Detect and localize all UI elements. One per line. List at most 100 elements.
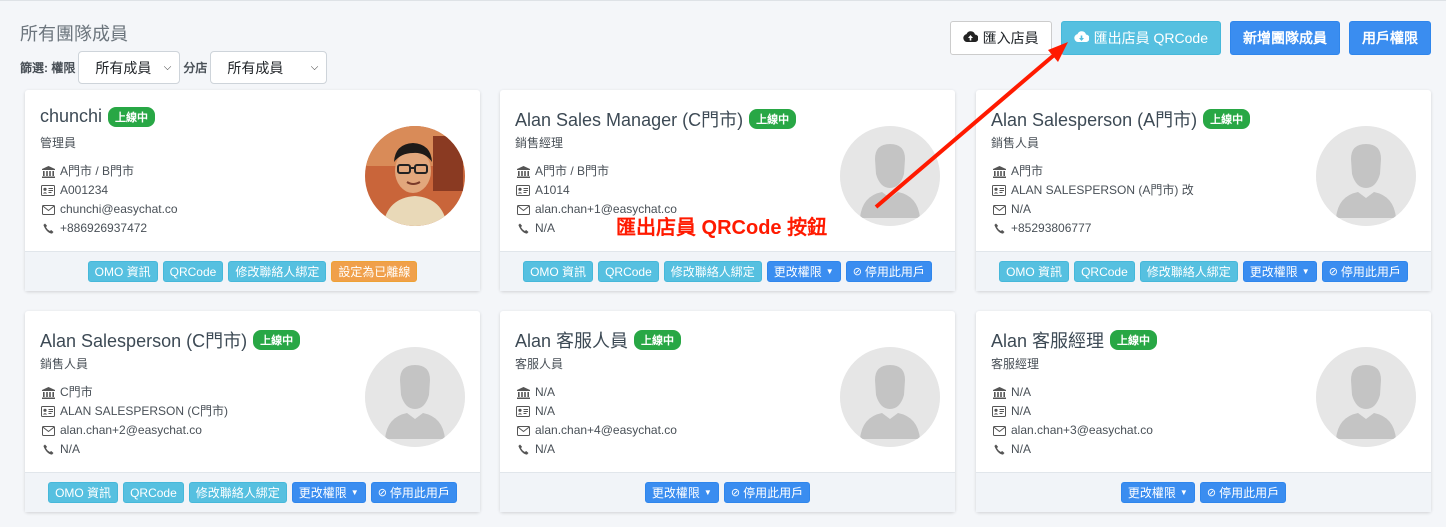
omo-info-button-label: OMO 資訊 bbox=[530, 265, 587, 279]
change-permission-button[interactable]: 更改權限 ▼ bbox=[291, 482, 366, 503]
qrcode-button-label: QRCode bbox=[130, 485, 177, 500]
disable-user-button[interactable]: ⊘ 停用此用戶 bbox=[845, 261, 932, 282]
omo-info-button-label: OMO 資訊 bbox=[94, 265, 151, 279]
import-staff-label: 匯入店員 bbox=[982, 30, 1039, 46]
edit-contact-binding-button[interactable]: 修改聯絡人綁定 bbox=[663, 261, 762, 282]
omo-info-button[interactable]: OMO 資訊 bbox=[48, 482, 119, 503]
permission-filter-select[interactable]: 所有成員 ⌵ bbox=[78, 51, 181, 84]
qrcode-button-label: QRCode bbox=[169, 264, 217, 279]
omo-info-button[interactable]: OMO 資訊 bbox=[523, 261, 594, 282]
disable-user-button[interactable]: ⊘ 停用此用戶 bbox=[1321, 261, 1408, 282]
member-email: chunchi@easychat.co bbox=[60, 202, 178, 216]
status-badge: 上線中 bbox=[1203, 109, 1251, 129]
edit-contact-binding-button[interactable]: 修改聯絡人綁定 bbox=[188, 482, 287, 503]
change-permission-button[interactable]: 更改權限 ▼ bbox=[1120, 482, 1195, 503]
change-permission-button[interactable]: 更改權限 ▼ bbox=[766, 261, 841, 282]
member-role: 銷售經理 bbox=[515, 136, 564, 150]
status-badge: 上線中 bbox=[634, 330, 682, 350]
change-permission-button[interactable]: 更改權限 ▼ bbox=[1242, 261, 1317, 282]
member-phone: N/A bbox=[535, 221, 556, 235]
card-actions: 更改權限 ▼ ⊘ 停用此用戶 bbox=[500, 472, 955, 512]
qrcode-button[interactable]: QRCode bbox=[123, 482, 184, 503]
qrcode-button[interactable]: QRCode bbox=[1074, 261, 1135, 282]
envelope-icon bbox=[40, 425, 56, 436]
edit-contact-binding-button[interactable]: 修改聯絡人綁定 bbox=[1139, 261, 1238, 282]
store-icon bbox=[515, 165, 531, 178]
member-email: alan.chan+3@easychat.co bbox=[1011, 423, 1153, 437]
change-permission-button-label: 更改權限 bbox=[298, 486, 347, 500]
member-name: Alan Salesperson (A門市) bbox=[991, 110, 1198, 130]
set-offline-button[interactable]: 設定為已離線 bbox=[331, 261, 418, 282]
chevron-down-icon: ⌵ bbox=[163, 62, 172, 73]
member-name-row: Alan Salesperson (A門市) 上線中 bbox=[991, 106, 1251, 132]
member-info: N/A N/A alan.chan+3@easychat.co N/A bbox=[991, 383, 1153, 459]
caret-down-icon: ▼ bbox=[1179, 488, 1188, 497]
import-staff-button[interactable]: 匯入店員 bbox=[949, 21, 1052, 55]
set-offline-button-label: 設定為已離線 bbox=[338, 265, 411, 279]
member-card: Alan Salesperson (C門市) 上線中 銷售人員 C門市 ALAN SAL… bbox=[25, 311, 480, 512]
member-phone: N/A bbox=[60, 442, 81, 456]
member-card: Alan Sales Manager (C門市) 上線中 銷售經理 A門市 / B門市… bbox=[500, 90, 955, 291]
edit-contact-binding-button[interactable]: 修改聯絡人綁定 bbox=[228, 261, 327, 282]
branch-filter-select[interactable]: 所有成員 ⌵ bbox=[210, 51, 328, 84]
member-phone: N/A bbox=[1011, 442, 1032, 456]
disable-user-button[interactable]: ⊘ 停用此用戶 bbox=[370, 482, 457, 503]
id-card-icon bbox=[515, 185, 531, 196]
member-info: A門市 ALAN SALESPERSON (A門市) 改 N/A +852938067… bbox=[991, 162, 1194, 238]
export-staff-qrcode-button[interactable]: 匯出店員 QRCode bbox=[1060, 21, 1221, 55]
phone-icon bbox=[515, 223, 531, 234]
store-icon bbox=[515, 386, 531, 399]
store-icon bbox=[40, 386, 56, 399]
member-email: alan.chan+4@easychat.co bbox=[535, 423, 677, 437]
chevron-down-icon: ⌵ bbox=[310, 62, 319, 73]
disable-user-button[interactable]: ⊘ 停用此用戶 bbox=[723, 482, 811, 503]
id-card-icon bbox=[40, 185, 56, 196]
envelope-icon bbox=[991, 204, 1007, 215]
member-staff-id: A001234 bbox=[60, 183, 109, 197]
phone-icon bbox=[991, 444, 1007, 455]
user-permissions-button[interactable]: 用戶權限 bbox=[1349, 21, 1431, 55]
change-permission-button[interactable]: 更改權限 ▼ bbox=[644, 482, 719, 503]
qrcode-button-label: QRCode bbox=[605, 264, 652, 279]
cloud-upload-icon bbox=[962, 30, 979, 46]
status-badge: 上線中 bbox=[253, 330, 301, 350]
member-role: 銷售人員 bbox=[991, 136, 1040, 150]
member-name-row: Alan Sales Manager (C門市) 上線中 bbox=[515, 106, 797, 132]
qrcode-button[interactable]: QRCode bbox=[162, 261, 224, 282]
header-actions: 匯入店員 匯出店員 QRCode 新增團隊成員 用戶權限 bbox=[949, 21, 1431, 55]
omo-info-button-label: OMO 資訊 bbox=[1006, 265, 1063, 279]
qrcode-button[interactable]: QRCode bbox=[598, 261, 659, 282]
member-role: 管理員 bbox=[40, 136, 77, 150]
omo-info-button[interactable]: OMO 資訊 bbox=[999, 261, 1070, 282]
disable-user-button-label: 停用此用戶 bbox=[389, 486, 450, 500]
avatar bbox=[1316, 347, 1416, 447]
card-actions: OMO 資訊 QRCode 修改聯絡人綁定 更改權限 ▼ ⊘ 停用此用戶 bbox=[25, 472, 480, 512]
qrcode-button-label: QRCode bbox=[1081, 264, 1128, 279]
ban-icon: ⊘ bbox=[1206, 487, 1217, 499]
edit-contact-binding-button-label: 修改聯絡人綁定 bbox=[1146, 265, 1231, 279]
store-icon bbox=[40, 165, 56, 178]
member-name: Alan Sales Manager (C門市) bbox=[515, 110, 744, 130]
member-name: Alan 客服經理 bbox=[991, 331, 1105, 351]
disable-user-button-label: 停用此用戶 bbox=[1219, 486, 1280, 500]
page-title: 所有團隊成員 bbox=[20, 24, 128, 44]
disable-user-button-label: 停用此用戶 bbox=[864, 265, 925, 279]
caret-down-icon: ▼ bbox=[703, 488, 712, 497]
member-card: Alan Salesperson (A門市) 上線中銷售人員 A門市 ALAN SAL… bbox=[976, 90, 1431, 291]
member-card: Alan 客服經理 上線中 客服經理 N/A N/A alan.chan+3@easych… bbox=[976, 311, 1431, 512]
avatar bbox=[365, 126, 465, 226]
caret-down-icon: ▼ bbox=[1301, 267, 1310, 276]
disable-user-button[interactable]: ⊘ 停用此用戶 bbox=[1199, 482, 1287, 503]
add-team-member-button[interactable]: 新增團隊成員 bbox=[1230, 21, 1340, 55]
member-name-row: Alan 客服人員 上線中 bbox=[515, 327, 682, 353]
cloud-download-icon bbox=[1073, 30, 1090, 46]
member-name-row: Alan Salesperson (C門市) 上線中 bbox=[40, 327, 301, 353]
change-permission-button-label: 更改權限 bbox=[1127, 486, 1176, 500]
ban-icon: ⊘ bbox=[377, 487, 387, 499]
branch-filter-value: 所有成員 bbox=[227, 59, 284, 76]
member-store: N/A bbox=[535, 385, 556, 399]
member-staff-id: N/A bbox=[535, 404, 556, 418]
omo-info-button[interactable]: OMO 資訊 bbox=[87, 261, 158, 282]
avatar bbox=[365, 347, 465, 447]
avatar bbox=[840, 347, 940, 447]
